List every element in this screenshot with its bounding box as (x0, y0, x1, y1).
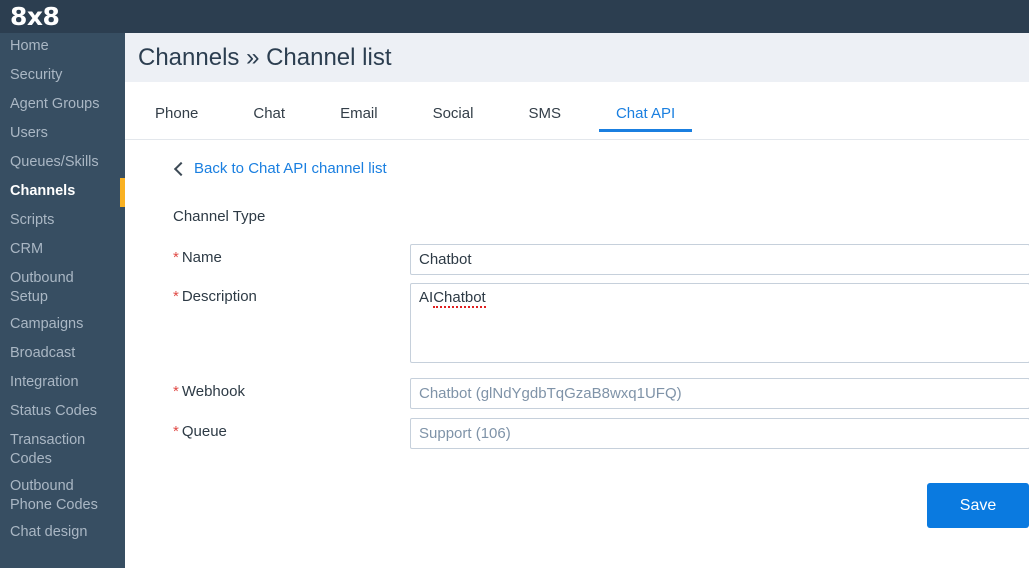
sidebar-item-label: Channels (10, 183, 76, 199)
sidebar-item-outbound-phone-codes[interactable]: Outbound Phone Codes (0, 473, 125, 519)
field-wrap-name: Chatbot (410, 244, 1029, 275)
form-row-webhook: * Webhook Chatbot (glNdYgdbTqGzaB8wxq1UFQ… (125, 378, 1029, 409)
sidebar-item-label: Security (10, 67, 63, 83)
app-window: 8x8 Home Security Agent Groups Users Queues/… (0, 0, 1029, 568)
form-row-name: * Name Chatbot (125, 244, 1029, 275)
sidebar-item-label: Transaction Codes (10, 432, 86, 467)
channel-form: Channel Type * Name Chatbot * Description … (125, 203, 1029, 528)
description-spellcheck-word: Chatbot (433, 289, 486, 308)
label-queue-text: Queue (181, 423, 227, 440)
tab-label: Phone (155, 105, 199, 122)
channel-tabs: Phone Chat Email Social SMS Chat API (125, 105, 1029, 140)
webhook-input[interactable]: Chatbot (glNdYgdbTqGzaB8wxq1UFQ) (410, 378, 1029, 409)
main-content: Channels » Channel list Phone Chat Email So… (125, 33, 1029, 568)
label-webhook-text: Webhook (181, 383, 245, 400)
sidebar-item-label: Agent Groups (10, 96, 100, 112)
tab-label: Social (432, 105, 474, 122)
tab-label: Chat API (615, 105, 676, 122)
save-button[interactable]: Save (927, 483, 1029, 528)
tab-phone[interactable]: Phone (138, 105, 215, 132)
sidebar-item-label: Users (10, 125, 48, 141)
sidebar-item-status-codes[interactable]: Status Codes (0, 398, 125, 427)
field-wrap-webhook: Chatbot (glNdYgdbTqGzaB8wxq1UFQ) (410, 378, 1029, 409)
required-marker-name: * (173, 249, 179, 266)
form-row-channel-type: Channel Type (125, 203, 1029, 225)
label-queue: * Queue (125, 418, 410, 440)
tab-chat-api[interactable]: Chat API (598, 105, 693, 132)
tab-label: Chat (253, 105, 286, 122)
sidebar-item-label: Chat design (10, 524, 88, 540)
sidebar-item-crm[interactable]: CRM (0, 236, 125, 265)
chevron-left-icon (173, 163, 185, 175)
brand-logo[interactable]: 8x8 (10, 1, 60, 32)
label-webhook: * Webhook (125, 378, 410, 400)
sidebar-item-chat-design[interactable]: Chat design (0, 519, 125, 548)
sidebar-item-users[interactable]: Users (0, 120, 125, 149)
back-to-channel-list-link[interactable]: Back to Chat API channel list (125, 160, 1029, 177)
sidebar-item-label: Scripts (10, 212, 55, 228)
tab-label: Email (340, 105, 378, 122)
sidebar-item-campaigns[interactable]: Campaigns (0, 311, 125, 340)
back-link-label: Back to Chat API channel list (194, 160, 387, 177)
sidebar-item-outbound-setup[interactable]: Outbound Setup (0, 265, 125, 311)
required-marker-webhook: * (173, 383, 179, 400)
label-channel-type: Channel Type (173, 208, 266, 225)
tab-email[interactable]: Email (323, 105, 395, 132)
sidebar-item-label: Status Codes (10, 403, 98, 419)
sidebar-item-label: Queues/Skills (10, 154, 99, 170)
page-title: Channels » Channel list (138, 43, 392, 71)
required-marker-queue: * (173, 423, 179, 440)
queue-input[interactable]: Support (106) (410, 418, 1029, 449)
sidebar-item-channels[interactable]: Channels (0, 178, 125, 207)
sidebar-item-transaction-codes[interactable]: Transaction Codes (0, 427, 125, 473)
sidebar-item-queues-skills[interactable]: Queues/Skills (0, 149, 125, 178)
sidebar-item-broadcast[interactable]: Broadcast (0, 340, 125, 369)
sidebar-item-scripts[interactable]: Scripts (0, 207, 125, 236)
tab-social[interactable]: Social (416, 105, 491, 132)
sidebar-item-label: Broadcast (10, 345, 76, 361)
label-name-text: Name (181, 249, 222, 266)
tab-sms[interactable]: SMS (511, 105, 578, 132)
required-marker-description: * (173, 288, 179, 305)
name-input[interactable]: Chatbot (410, 244, 1029, 275)
sidebar-item-agent-groups[interactable]: Agent Groups (0, 91, 125, 120)
form-row-queue: * Queue Support (106) (125, 418, 1029, 449)
sidebar-navigation: Home Security Agent Groups Users Queues/Skil… (0, 33, 125, 568)
label-description: * Description (125, 283, 410, 305)
sidebar-item-label: Campaigns (10, 316, 84, 332)
label-name: * Name (125, 244, 410, 266)
top-brand-bar: 8x8 (0, 0, 1029, 33)
sidebar-item-home[interactable]: Home (0, 33, 125, 62)
description-textarea[interactable]: AI Chatbot (410, 283, 1029, 363)
sidebar-item-label: Integration (10, 374, 79, 390)
description-prefix: AI (419, 289, 434, 306)
sidebar-item-label: Home (10, 38, 49, 54)
field-wrap-queue: Support (106) (410, 418, 1029, 449)
form-row-description: * Description AI Chatbot (125, 283, 1029, 363)
page-header: Channels » Channel list (125, 33, 1029, 82)
sidebar-item-label: Outbound Phone Codes (10, 478, 98, 513)
form-actions: Save (125, 483, 1029, 528)
label-description-text: Description (181, 288, 257, 305)
sidebar-item-integration[interactable]: Integration (0, 369, 125, 398)
sidebar-item-security[interactable]: Security (0, 62, 125, 91)
field-wrap-description: AI Chatbot (410, 283, 1029, 363)
tab-label: SMS (528, 105, 561, 122)
sidebar-item-label: CRM (10, 241, 44, 257)
sidebar-item-label: Outbound Setup (10, 270, 74, 305)
tab-chat[interactable]: Chat (236, 105, 302, 132)
